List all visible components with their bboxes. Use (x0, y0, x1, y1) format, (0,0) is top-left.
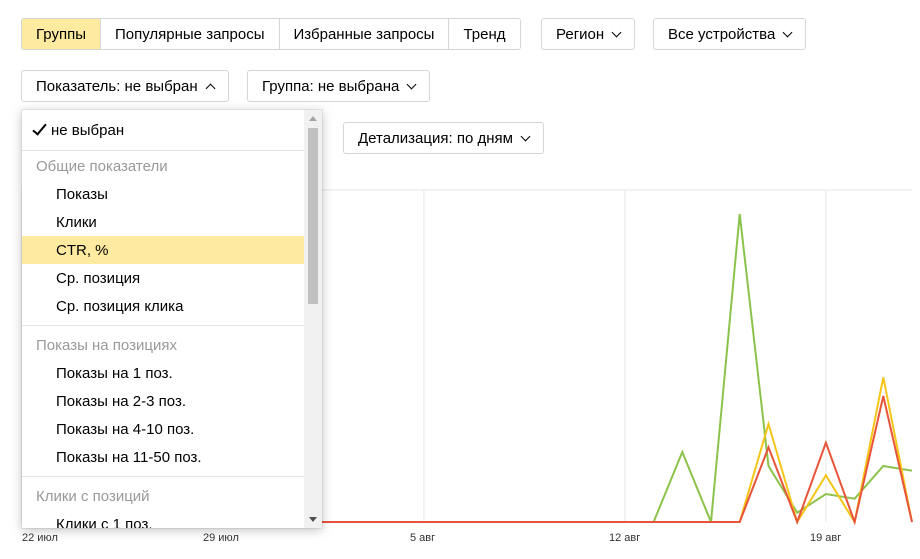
menu-item-shows[interactable]: Показы (22, 180, 304, 208)
menu-section-title: Клики с позиций (36, 487, 150, 505)
x-tick-label: 29 июл (203, 532, 239, 544)
menu-item-shows-pos-2-3[interactable]: Показы на 2-3 поз. (22, 387, 304, 415)
indicator-dropdown[interactable]: Показатель: не выбран (21, 70, 229, 102)
tab-popular-queries[interactable]: Популярные запросы (99, 19, 279, 49)
x-tick-label: 22 июл (22, 532, 58, 544)
tab-groups[interactable]: Группы (22, 19, 100, 49)
x-tick-label: 12 авг (609, 532, 641, 544)
chevron-up-icon (205, 83, 216, 93)
divider (22, 150, 304, 151)
indicator-menu: не выбран Общие показатели Показы Клики … (22, 110, 322, 528)
group-dropdown[interactable]: Группа: не выбрана (247, 70, 431, 102)
menu-item-shows-pos-1[interactable]: Показы на 1 поз. (22, 359, 304, 387)
indicator-label: Показатель: не выбран (36, 77, 198, 95)
x-tick-label: 5 авг (410, 532, 436, 544)
menu-section-title: Общие показатели (36, 157, 168, 175)
devices-dropdown[interactable]: Все устройства (653, 18, 807, 50)
devices-label: Все устройства (668, 25, 776, 43)
scroll-down-icon[interactable] (309, 517, 317, 522)
menu-item-shows-pos-11-50[interactable]: Показы на 11-50 поз. (22, 443, 304, 471)
detail-label: Детализация: по дням (358, 129, 513, 147)
menu-item-avg-click-position[interactable]: Ср. позиция клика (22, 292, 304, 320)
chevron-down-icon (782, 27, 793, 37)
region-dropdown[interactable]: Регион (541, 18, 636, 50)
chevron-down-icon (520, 131, 531, 141)
check-icon (32, 120, 47, 136)
menu-item-not-selected[interactable]: не выбран (22, 110, 304, 150)
chevron-down-icon (406, 79, 417, 89)
menu-item-shows-pos-4-10[interactable]: Показы на 4-10 поз. (22, 415, 304, 443)
x-tick-label: 19 авг (810, 532, 842, 544)
scrollbar-thumb[interactable] (308, 128, 318, 304)
scroll-up-icon[interactable] (309, 116, 317, 121)
menu-item-ctr[interactable]: CTR, % (22, 236, 304, 264)
tab-trend[interactable]: Тренд (448, 19, 520, 49)
divider (22, 325, 304, 326)
divider (22, 476, 304, 477)
menu-item-avg-position[interactable]: Ср. позиция (22, 264, 304, 292)
view-tabs: Группы Популярные запросы Избранные запр… (21, 18, 521, 50)
tab-favorite-queries[interactable]: Избранные запросы (278, 19, 449, 49)
group-label: Группа: не выбрана (262, 77, 400, 95)
detail-dropdown[interactable]: Детализация: по дням (343, 122, 544, 154)
region-label: Регион (556, 25, 605, 43)
menu-section-title: Показы на позициях (36, 336, 177, 354)
menu-item-clicks[interactable]: Клики (22, 208, 304, 236)
chevron-down-icon (611, 27, 622, 37)
menu-scrollbar[interactable] (304, 110, 322, 528)
menu-item-clicks-pos-1[interactable]: Клики с 1 поз. (22, 510, 304, 529)
